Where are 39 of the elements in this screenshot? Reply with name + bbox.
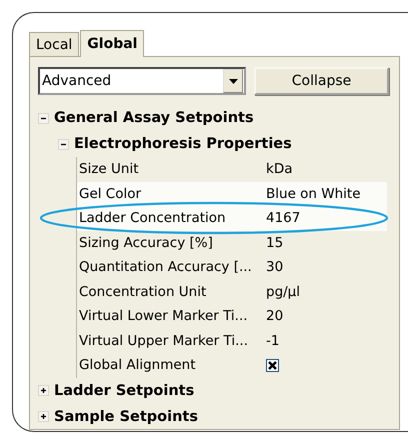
property-name: Virtual Upper Marker Ti...: [79, 332, 249, 349]
property-name: Sizing Accuracy [%]: [79, 234, 214, 251]
property-row[interactable]: Gel Color Blue on White: [77, 182, 387, 206]
property-row[interactable]: Virtual Lower Marker Ti... 20: [77, 304, 387, 328]
property-row[interactable]: Quantitation Accuracy [... 30: [77, 255, 387, 280]
tab[interactable]: Global: [80, 30, 144, 57]
property-value[interactable]: -1: [266, 332, 280, 349]
property-name: Global Alignment: [79, 357, 197, 374]
property-value[interactable]: pg/µl: [266, 284, 300, 300]
property-name: Size Unit: [79, 161, 140, 178]
property-name: Virtual Lower Marker Ti...: [79, 308, 249, 324]
collapse-icon[interactable]: [38, 112, 49, 124]
tab[interactable]: Local: [29, 32, 80, 56]
property-row[interactable]: Global Alignment: [77, 353, 387, 378]
property-row[interactable]: Size Unit kDa: [77, 157, 387, 182]
collapse-button[interactable]: Collapse: [254, 67, 389, 95]
collapse-icon[interactable]: [58, 138, 69, 150]
property-value[interactable]: Blue on White: [266, 186, 361, 202]
checkbox[interactable]: [266, 358, 279, 372]
expand-icon[interactable]: [38, 385, 49, 396]
tree-group-label[interactable]: Sample Setpoints: [54, 408, 198, 424]
property-value[interactable]: kDa: [266, 161, 292, 178]
property-name: Ladder Concentration: [79, 210, 227, 226]
view-dropdown[interactable]: Advanced: [38, 67, 246, 95]
property-row[interactable]: Ladder Concentration 4167: [77, 206, 387, 230]
tree-group-label[interactable]: Electrophoresis Properties: [74, 136, 292, 152]
property-value[interactable]: 20: [266, 308, 284, 324]
property-name: Quantitation Accuracy [...: [79, 259, 253, 276]
property-value[interactable]: 15: [266, 234, 284, 251]
property-row[interactable]: Virtual Upper Marker Ti... -1: [77, 328, 387, 353]
property-value[interactable]: 4167: [266, 210, 300, 226]
property-name: Gel Color: [79, 186, 142, 202]
tree-group-label[interactable]: Ladder Setpoints: [54, 382, 194, 398]
tree-group-label[interactable]: General Assay Setpoints: [54, 110, 254, 126]
property-value[interactable]: 30: [266, 259, 284, 276]
property-row[interactable]: Concentration Unit pg/µl: [77, 280, 387, 304]
expand-icon[interactable]: [38, 411, 49, 422]
property-row[interactable]: Sizing Accuracy [%] 15: [77, 230, 387, 255]
property-name: Concentration Unit: [79, 284, 208, 300]
